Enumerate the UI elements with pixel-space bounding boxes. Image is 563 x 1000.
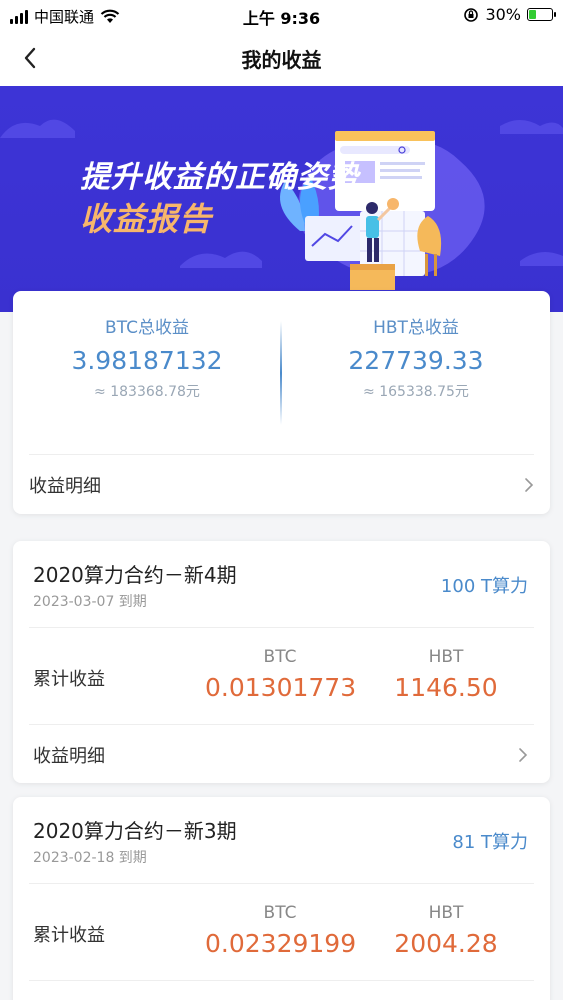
btc-earnings: BTC 0.02329199	[205, 903, 357, 958]
hbt-earnings: HBT 1146.50	[371, 647, 521, 702]
nav-bar: 我的收益	[0, 30, 563, 86]
contract-card[interactable]: 2020算力合约－新4期 2023-03-07 到期 100 T算力 累计收益 …	[13, 541, 550, 783]
hbt-total-label: HBT总收益	[373, 318, 459, 338]
hbt-earnings-value: 2004.28	[394, 929, 498, 958]
chevron-right-icon	[519, 748, 528, 762]
btc-total-cny: ≈ 183368.78元	[94, 384, 200, 400]
contract-hashrate: 100 T算力	[440, 576, 528, 597]
btc-label: BTC	[263, 647, 297, 667]
cumulative-earnings-label: 累计收益	[33, 669, 105, 690]
btc-earnings-value: 0.01301773	[205, 673, 357, 702]
hbt-total-value: 227739.33	[348, 346, 484, 375]
contract-detail-label: 收益明细	[33, 746, 105, 767]
hbt-total-cny: ≈ 165338.75元	[363, 384, 469, 400]
banner-subheadline: 收益报告	[80, 200, 213, 238]
contract-title: 2020算力合约－新4期	[33, 563, 237, 587]
divider	[29, 883, 534, 884]
btc-summary: BTC总收益 3.98187132 ≈ 183368.78元	[13, 313, 281, 401]
status-bar: 中国联通 上午 9:36 30%	[0, 0, 563, 30]
btc-earnings: BTC 0.01301773	[205, 647, 357, 702]
summary-detail-label: 收益明细	[29, 476, 101, 497]
btc-total-label: BTC总收益	[105, 318, 189, 338]
btc-total-value: 3.98187132	[71, 346, 223, 375]
chevron-right-icon	[525, 478, 534, 492]
promo-banner[interactable]: 提升收益的正确姿势 收益报告	[0, 86, 563, 312]
divider	[29, 454, 534, 455]
battery-icon	[527, 8, 556, 21]
contract-hashrate: 81 T算力	[452, 832, 528, 853]
divider	[29, 980, 534, 981]
hbt-earnings-value: 1146.50	[394, 673, 498, 702]
contract-expiry-date: 2023-02-18 到期	[33, 850, 147, 866]
rotation-lock-icon	[464, 7, 479, 22]
earnings-summary-card: BTC总收益 3.98187132 ≈ 183368.78元 HBT总收益 22…	[13, 291, 550, 514]
btc-earnings-value: 0.02329199	[205, 929, 357, 958]
contract-detail-link[interactable]: 收益明细	[33, 726, 528, 784]
divider	[29, 724, 534, 725]
contract-card[interactable]: 2020算力合约－新3期 2023-02-18 到期 81 T算力 累计收益 B…	[13, 797, 550, 1000]
hbt-label: HBT	[428, 903, 464, 923]
contract-title: 2020算力合约－新3期	[33, 819, 237, 843]
banner-headline: 提升收益的正确姿势	[80, 160, 359, 195]
contract-expiry-date: 2023-03-07 到期	[33, 594, 147, 610]
hbt-label: HBT	[428, 647, 464, 667]
battery-level	[529, 10, 537, 19]
page-title: 我的收益	[241, 48, 322, 72]
hbt-earnings: HBT 2004.28	[371, 903, 521, 958]
btc-label: BTC	[263, 903, 297, 923]
summary-detail-link[interactable]: 收益明细	[29, 456, 534, 514]
battery-percent: 30%	[485, 5, 521, 24]
hbt-summary: HBT总收益 227739.33 ≈ 165338.75元	[282, 313, 550, 401]
cumulative-earnings-label: 累计收益	[33, 925, 105, 946]
status-right: 30%	[463, 5, 556, 24]
divider	[29, 627, 534, 628]
